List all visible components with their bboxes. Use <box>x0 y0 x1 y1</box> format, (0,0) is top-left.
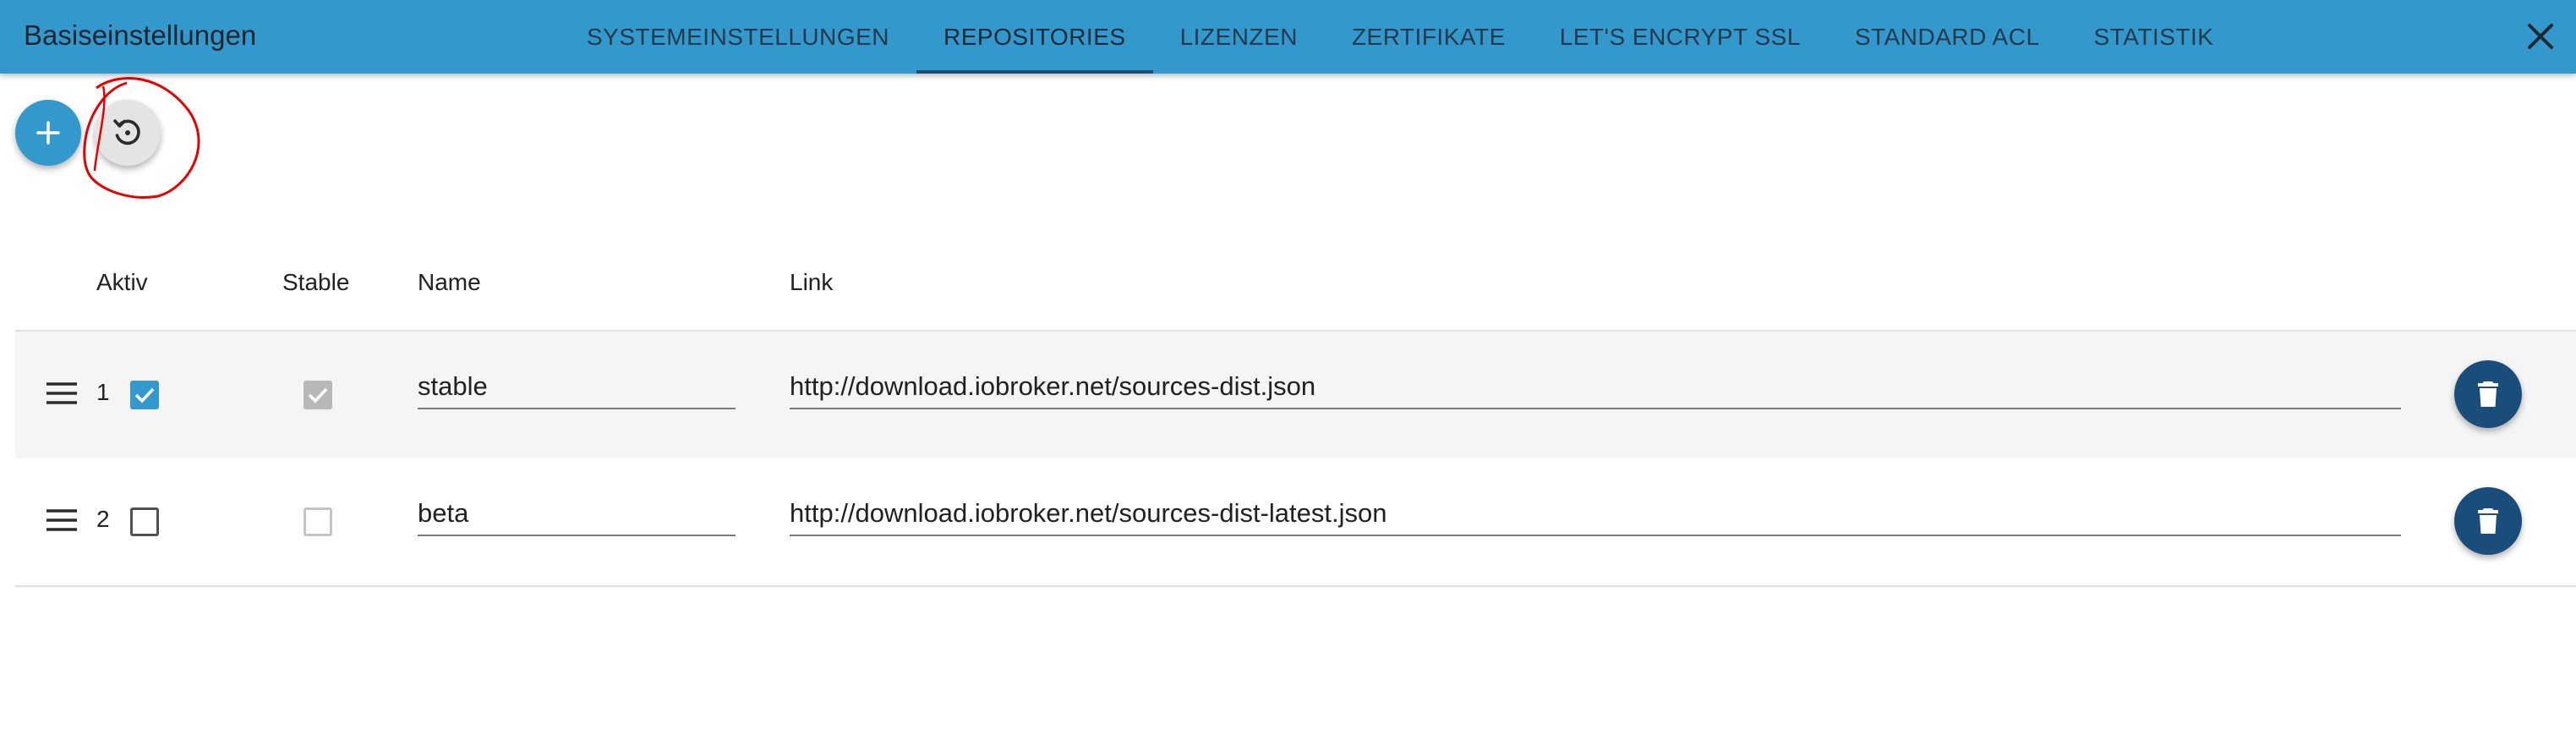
delete-button[interactable] <box>2454 360 2522 428</box>
name-field[interactable] <box>418 492 736 536</box>
delete-button[interactable] <box>2454 487 2522 555</box>
row-index: 1 <box>96 379 110 405</box>
aktiv-checkbox[interactable] <box>130 381 159 409</box>
checkmark-icon <box>308 387 328 403</box>
tab-statistik[interactable]: STATISTIK <box>2067 0 2241 74</box>
link-field[interactable] <box>790 365 2401 409</box>
row-index: 2 <box>96 506 110 532</box>
drag-handle-icon[interactable] <box>46 507 78 533</box>
checkmark-icon <box>134 387 155 403</box>
stable-checkbox[interactable] <box>304 507 332 536</box>
table-row: 1 <box>15 330 2576 460</box>
app-bar: Basiseinstellungen SYSTEMEINSTELLUNGEN R… <box>0 0 2576 74</box>
drag-handle-icon[interactable] <box>46 381 78 406</box>
trash-icon <box>2478 381 2498 407</box>
add-repository-button[interactable] <box>15 100 81 166</box>
stable-checkbox[interactable] <box>304 381 332 409</box>
column-header-link: Link <box>790 269 834 295</box>
name-field[interactable] <box>418 365 736 409</box>
tab-zertifikate[interactable]: ZERTIFIKATE <box>1325 0 1533 74</box>
tab-lizenzen[interactable]: LIZENZEN <box>1153 0 1325 74</box>
plus-icon <box>36 121 60 145</box>
trash-icon <box>2478 508 2498 534</box>
column-header-aktiv: Aktiv <box>96 269 148 295</box>
tab-systemeinstellungen[interactable]: SYSTEMEINSTELLUNGEN <box>560 0 916 74</box>
table-row: 2 <box>15 458 2576 587</box>
tab-bar: SYSTEMEINSTELLUNGEN REPOSITORIES LIZENZE… <box>560 0 2240 74</box>
repositories-table: Aktiv Stable Name Link 1 stable http://d… <box>15 245 2576 587</box>
tab-lets-encrypt-ssl[interactable]: LET'S ENCRYPT SSL <box>1533 0 1828 74</box>
column-header-stable: Stable <box>282 269 350 295</box>
close-button[interactable] <box>2519 15 2562 58</box>
column-header-name: Name <box>418 269 481 295</box>
close-icon <box>2528 24 2553 49</box>
tab-repositories[interactable]: REPOSITORIES <box>916 0 1153 74</box>
tab-standard-acl[interactable]: STANDARD ACL <box>1828 0 2067 74</box>
annotation-circle <box>83 77 200 199</box>
table-header: Aktiv Stable Name Link <box>15 245 2576 330</box>
link-field[interactable] <box>790 492 2401 536</box>
aktiv-checkbox[interactable] <box>130 507 159 536</box>
dialog-title: Basiseinstellungen <box>24 19 257 51</box>
